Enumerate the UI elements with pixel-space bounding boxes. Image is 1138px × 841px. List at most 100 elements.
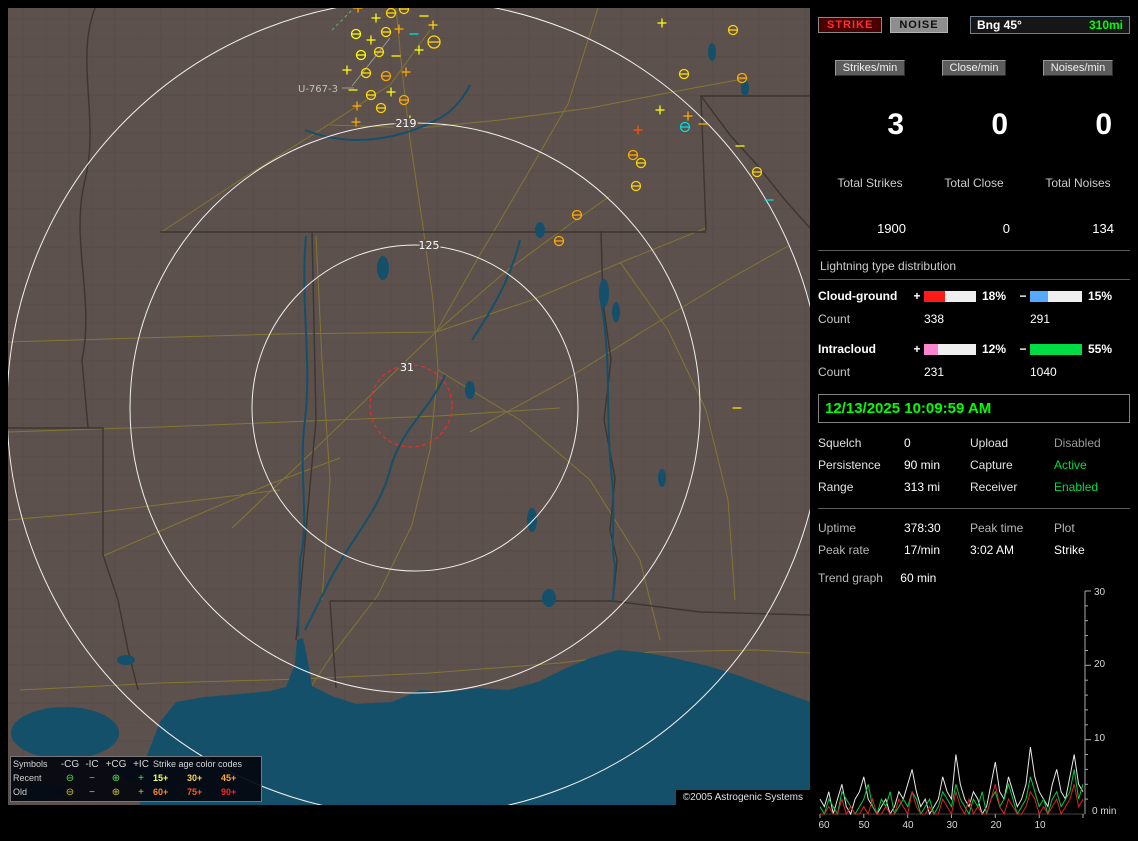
intracloud-label: Intracloud <box>818 342 877 356</box>
strikes-per-min-value: 3 <box>887 108 904 141</box>
strike-mode-button[interactable]: STRIKE <box>818 17 883 33</box>
rate-chips-row: Strikes/min Close/min Noises/min <box>818 60 1130 76</box>
legend-row-recent-label: Recent <box>13 773 42 783</box>
legend-col-neg-cg: -CG <box>60 759 80 770</box>
app-window: { "map": { "storm_label": "U-767-3", "ri… <box>0 0 1138 831</box>
age-code: 90+ <box>221 787 237 797</box>
strikes-per-min-button[interactable]: Strikes/min <box>834 60 906 76</box>
uptime-value: 378:30 <box>904 521 941 535</box>
trend-chart-canvas <box>819 590 1091 818</box>
gauge-fill <box>1030 290 1048 302</box>
receiver-status: Enabled <box>1054 480 1099 494</box>
count-label: Count <box>818 365 851 379</box>
trend-axis <box>819 590 1091 818</box>
y-tick-30: 30 <box>1094 587 1106 598</box>
settings-grid: Squelch 0 Upload Disabled Persistence 90… <box>818 436 1130 494</box>
cg-positive-percent: 18% <box>982 289 1007 303</box>
total-strikes-value: 1900 <box>877 221 906 236</box>
divider <box>818 250 1130 251</box>
peak-rate-label: Peak rate <box>818 543 870 557</box>
receiver-label: Receiver <box>970 480 1018 494</box>
noise-mode-button[interactable]: NOISE <box>890 17 948 33</box>
close-per-min-button[interactable]: Close/min <box>941 60 1007 76</box>
minus-sign: − <box>1019 289 1027 303</box>
bearing-range: 310mi <box>1088 18 1123 32</box>
circle-plus-icon: ⊕ <box>111 787 121 798</box>
noises-per-min-value: 0 <box>1095 108 1112 141</box>
trend-series-strikes <box>819 747 1084 816</box>
mode-toolbar: STRIKE NOISE Bng 45° 310mi <box>818 16 1130 34</box>
intracloud-count-row: Count 231 1040 <box>818 365 1130 379</box>
capture-label: Capture <box>970 458 1013 472</box>
distribution-heading: Lightning type distribution <box>820 259 957 273</box>
total-close-value: 0 <box>1002 221 1010 236</box>
cloud-ground-count-row: Count 338 291 <box>818 312 1130 326</box>
plus-icon: + <box>138 787 144 798</box>
ic-positive-count: 231 <box>924 365 945 379</box>
squelch-value: 0 <box>904 436 911 450</box>
legend-col-pos-ic: +IC <box>133 759 149 770</box>
trend-graph: 30 20 10 0 min 60 50 40 30 20 10 <box>818 587 1130 841</box>
info-grid: Uptime 378:30 Peak time Plot Peak rate 1… <box>818 521 1130 557</box>
copyright-text: ©2005 Astrogenic Systems <box>675 790 810 805</box>
legend-age-header: Strike age color codes <box>153 759 243 769</box>
cg-positive-gauge <box>924 290 976 302</box>
age-code: 60+ <box>153 787 169 797</box>
peak-rate-value: 17/min <box>904 543 941 557</box>
divider <box>818 279 1130 280</box>
close-per-min-value: 0 <box>991 108 1008 141</box>
intracloud-row: Intracloud + 12% − 55% <box>818 342 1130 356</box>
x-tick-20: 20 <box>990 820 1002 831</box>
x-tick-40: 40 <box>902 820 914 831</box>
ring-label-outer: 219 <box>396 117 417 130</box>
y-tick-10: 10 <box>1094 733 1106 744</box>
cloud-ground-row: Cloud-ground + 18% − 15% <box>818 289 1130 303</box>
total-noises-value: 134 <box>1092 221 1114 236</box>
plus-sign: + <box>913 342 921 356</box>
gauge-fill <box>924 290 945 302</box>
upload-label: Upload <box>970 436 1009 450</box>
x-tick-30: 30 <box>946 820 958 831</box>
age-code: 45+ <box>221 773 237 783</box>
trend-graph-header: Trend graph 60 min <box>818 571 1130 585</box>
ic-negative-count: 1040 <box>1030 365 1057 379</box>
persistence-label: Persistence <box>818 458 881 472</box>
squelch-label: Squelch <box>818 436 862 450</box>
range-label: Range <box>818 480 854 494</box>
divider <box>818 508 1130 509</box>
storm-cell-label: U-767-3 <box>298 84 338 95</box>
ic-positive-gauge <box>924 343 976 355</box>
noises-per-min-button[interactable]: Noises/min <box>1042 60 1114 76</box>
legend-col-neg-ic: -IC <box>85 759 99 770</box>
peak-time-value: 3:02 AM <box>970 543 1015 557</box>
ic-negative-gauge <box>1030 343 1082 355</box>
datetime-display: 12/13/2025 10:09:59 AM <box>818 394 1130 423</box>
totals-values-row: 1900 0 134 <box>818 216 1130 236</box>
circle-minus-icon: ⊖ <box>65 787 75 798</box>
capture-status: Active <box>1054 458 1087 472</box>
legend-row-old-label: Old <box>13 787 28 797</box>
uptime-label: Uptime <box>818 521 857 535</box>
gauge-fill <box>1030 343 1082 355</box>
ring-label-inner: 31 <box>400 361 414 374</box>
totals-labels-row: Total Strikes Total Close Total Noises <box>818 168 1130 190</box>
plus-icon: + <box>138 773 144 784</box>
total-close-label: Total Close <box>944 176 1004 190</box>
cg-negative-gauge <box>1030 290 1082 302</box>
ic-negative-percent: 55% <box>1088 342 1113 356</box>
rate-values-row: 3 0 0 <box>818 102 1130 142</box>
plus-sign: + <box>913 289 921 303</box>
x-tick-60: 60 <box>818 820 830 831</box>
cg-negative-percent: 15% <box>1088 289 1113 303</box>
gauge-fill <box>924 343 939 355</box>
count-label: Count <box>818 312 851 326</box>
map-canvas[interactable]: 219 125 31 U-767-3 <box>8 8 810 805</box>
plot-label: Plot <box>1054 521 1075 535</box>
circle-plus-icon: ⊕ <box>111 773 121 784</box>
cg-negative-count: 291 <box>1030 312 1051 326</box>
persistence-value: 90 min <box>904 458 941 472</box>
total-noises-label: Total Noises <box>1045 176 1111 190</box>
bearing-label: Bng 45° <box>977 18 1022 32</box>
age-code: 30+ <box>187 773 203 783</box>
sidebar: STRIKE NOISE Bng 45° 310mi Strikes/min C… <box>818 8 1130 831</box>
